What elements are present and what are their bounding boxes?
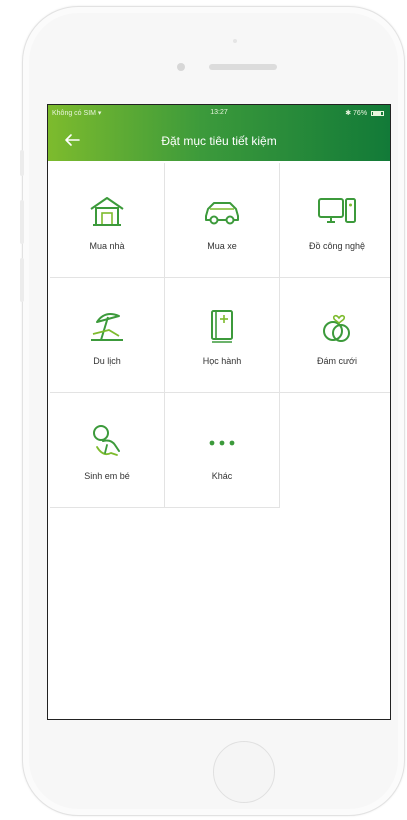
beach-umbrella-icon xyxy=(91,313,123,341)
sensor-dot xyxy=(233,39,237,43)
status-bar: Không có SIM ▾ 13:27 ✱ 76% xyxy=(48,107,390,121)
book-icon xyxy=(211,310,233,343)
car-icon xyxy=(205,202,239,225)
home-button[interactable] xyxy=(213,741,275,803)
earpiece-speaker xyxy=(209,64,277,70)
status-time: 13:27 xyxy=(210,109,228,116)
goal-label: Mua nhà xyxy=(89,241,125,251)
goal-tile-other[interactable]: Khác xyxy=(165,393,280,508)
goal-tile-technology[interactable]: Đồ công nghệ xyxy=(280,163,390,278)
volume-up-button xyxy=(20,200,24,244)
app-screen: Không có SIM ▾ 13:27 ✱ 76% Đặt mục tiêu … xyxy=(47,104,391,720)
rings-icon xyxy=(323,315,350,342)
goal-tile-wedding[interactable]: Đám cưới xyxy=(280,278,390,393)
battery-status: ✱ 76% xyxy=(345,109,384,117)
baby-icon xyxy=(93,425,120,456)
goal-label: Mua xe xyxy=(207,241,237,251)
goal-label: Khác xyxy=(211,471,233,481)
goal-label: Đám cưới xyxy=(317,356,357,366)
header-bar: Không có SIM ▾ 13:27 ✱ 76% Đặt mục tiêu … xyxy=(48,105,390,161)
goal-label: Đồ công nghệ xyxy=(308,241,366,251)
goal-label: Học hành xyxy=(202,356,242,366)
house-icon xyxy=(90,197,124,226)
front-camera xyxy=(177,63,185,71)
mute-switch xyxy=(20,150,24,176)
goal-tile-travel[interactable]: Du lịch xyxy=(50,278,165,393)
goal-tile-education[interactable]: Học hành xyxy=(165,278,280,393)
computer-icon xyxy=(318,198,356,223)
goal-tile-buy-car[interactable]: Mua xe xyxy=(165,163,280,278)
battery-percent: 76% xyxy=(353,110,368,117)
nav-bar: Đặt mục tiêu tiết kiệm xyxy=(48,125,390,159)
goal-tile-buy-house[interactable]: Mua nhà xyxy=(50,163,165,278)
goal-label: Du lịch xyxy=(93,356,121,366)
volume-down-button xyxy=(20,258,24,302)
bluetooth-icon: ✱ xyxy=(345,110,352,117)
page-title: Đặt mục tiêu tiết kiệm xyxy=(161,134,277,148)
goal-tile-baby[interactable]: Sinh em bé xyxy=(50,393,165,508)
goal-label: Sinh em bé xyxy=(84,471,130,481)
more-dots-icon xyxy=(209,440,235,446)
battery-icon xyxy=(371,110,384,116)
